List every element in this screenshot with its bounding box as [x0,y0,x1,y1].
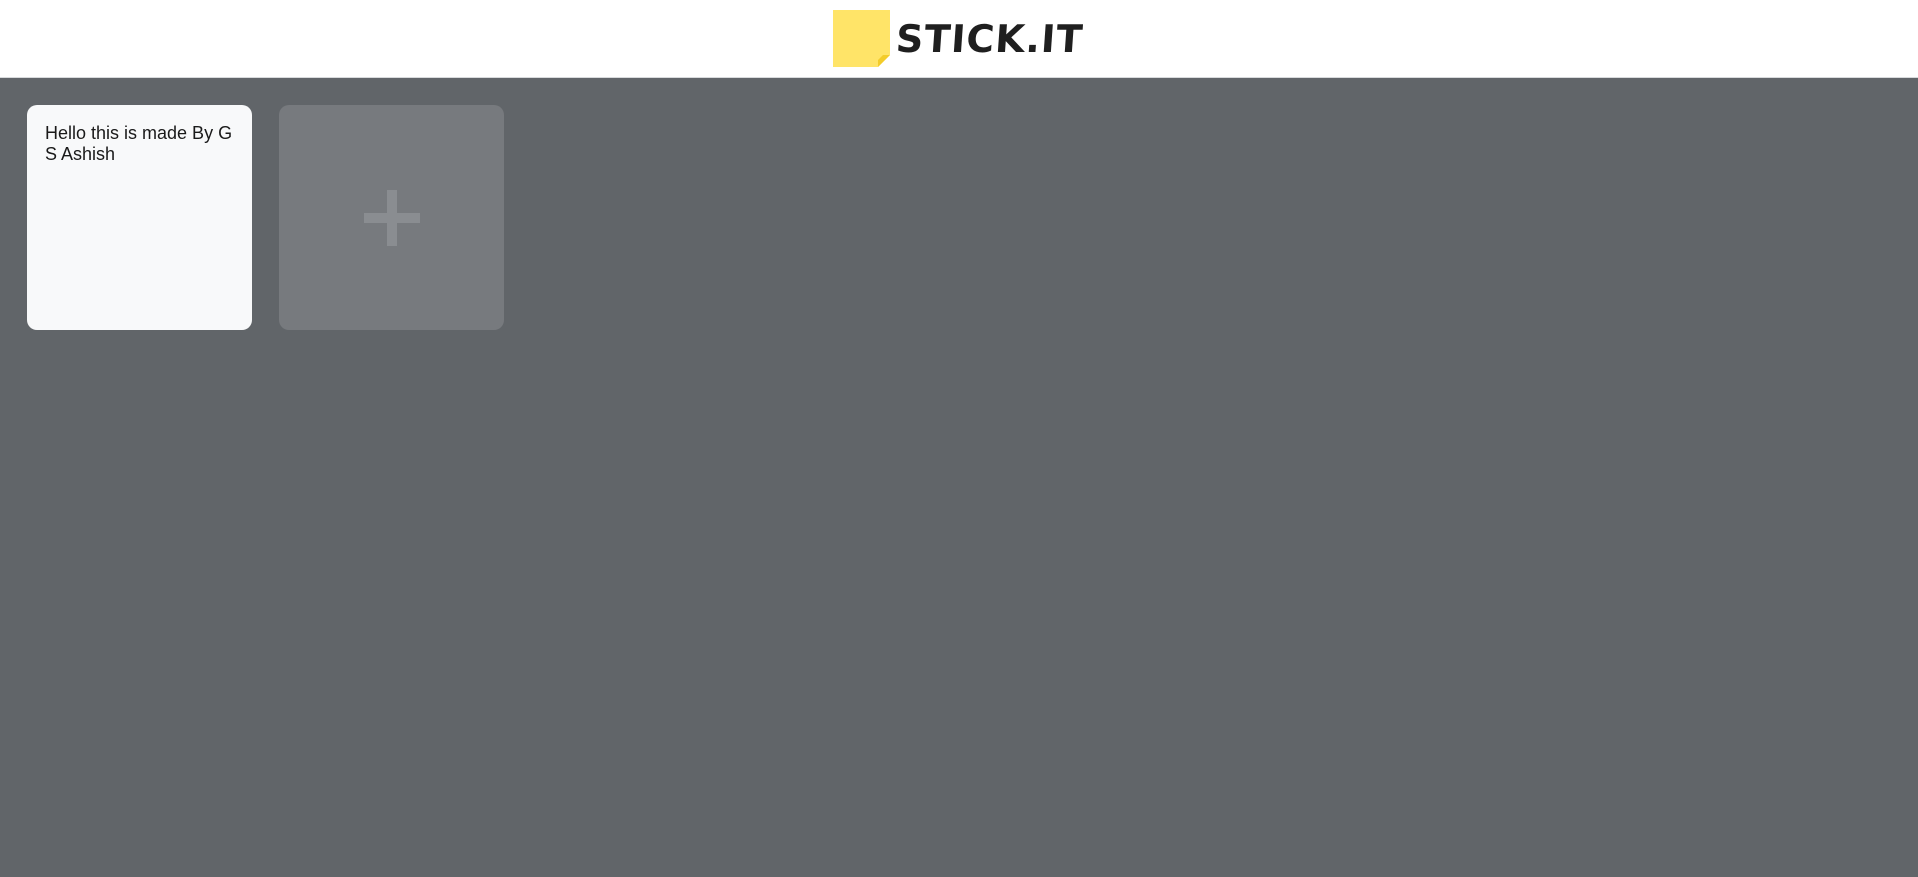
app-header: STICK.IT [0,0,1918,78]
add-note-button[interactable] [279,105,504,330]
note-fold-icon [877,55,890,67]
app-logo: STICK.IT [832,10,1085,67]
app-title: STICK.IT [894,16,1085,61]
notes-board: Hello this is made By G S Ashish [0,78,1918,877]
sticky-note-logo-icon [832,10,890,67]
sticky-note[interactable]: Hello this is made By G S Ashish [27,105,252,330]
plus-icon [363,189,420,246]
